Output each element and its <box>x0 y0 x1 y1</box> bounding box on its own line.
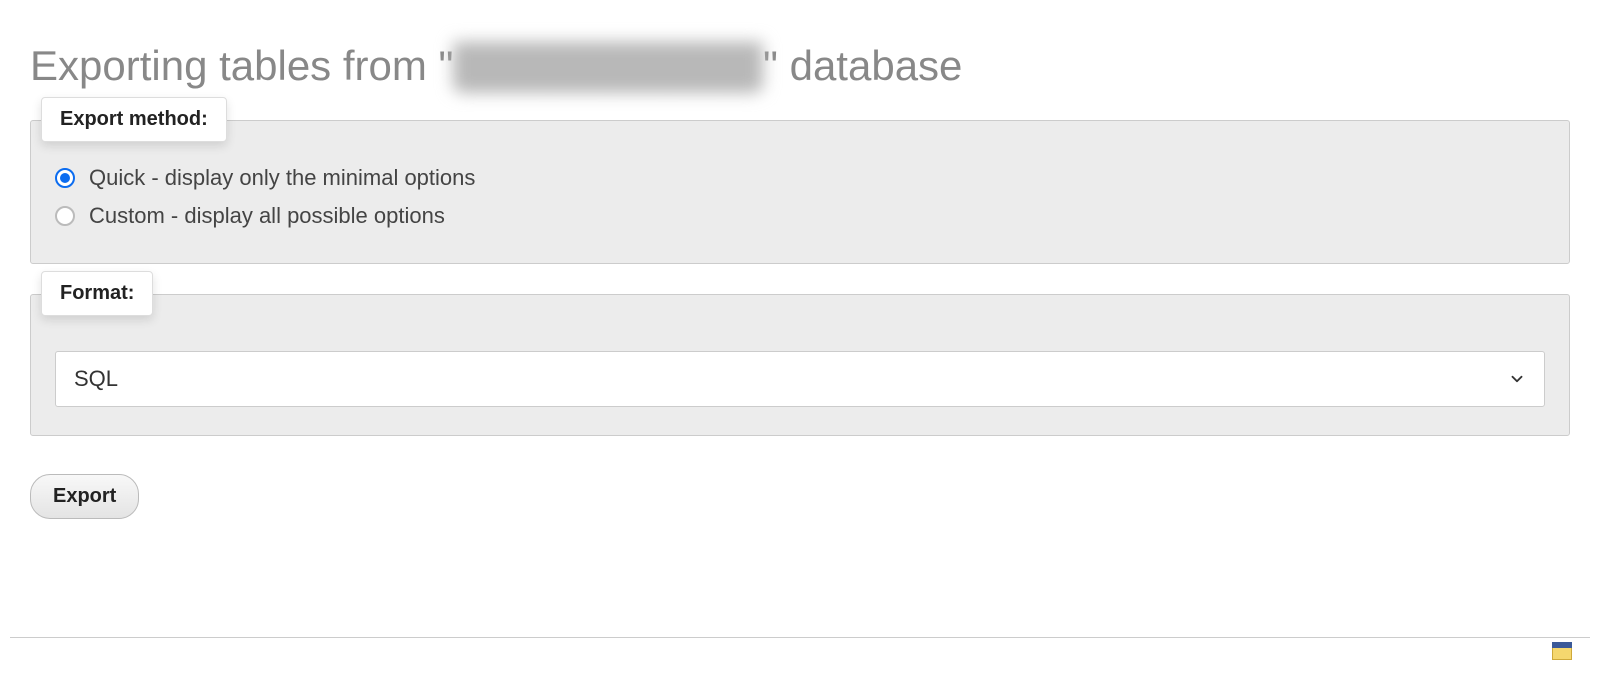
export-button[interactable]: Export <box>30 474 139 519</box>
radio-label-custom: Custom - display all possible options <box>89 203 445 229</box>
radio-row-quick[interactable]: Quick - display only the minimal options <box>55 159 1545 197</box>
chevron-down-icon <box>1508 370 1526 388</box>
horizontal-rule <box>10 637 1590 638</box>
radio-label-quick: Quick - display only the minimal options <box>89 165 475 191</box>
title-prefix: Exporting tables from " <box>30 42 453 89</box>
radio-quick[interactable] <box>55 168 75 188</box>
radio-row-custom[interactable]: Custom - display all possible options <box>55 197 1545 235</box>
format-fieldset: Format: SQL <box>30 294 1570 436</box>
page-title: Exporting tables from "██████████" datab… <box>0 0 1600 120</box>
export-method-legend: Export method: <box>41 97 227 142</box>
database-name-blurred: ██████████ <box>453 42 763 90</box>
format-selected-value: SQL <box>74 366 118 392</box>
format-legend: Format: <box>41 271 153 316</box>
export-method-fieldset: Export method: Quick - display only the … <box>30 120 1570 264</box>
title-suffix: " database <box>763 42 962 89</box>
format-select[interactable]: SQL <box>55 351 1545 407</box>
radio-custom[interactable] <box>55 206 75 226</box>
window-icon <box>1552 642 1572 660</box>
